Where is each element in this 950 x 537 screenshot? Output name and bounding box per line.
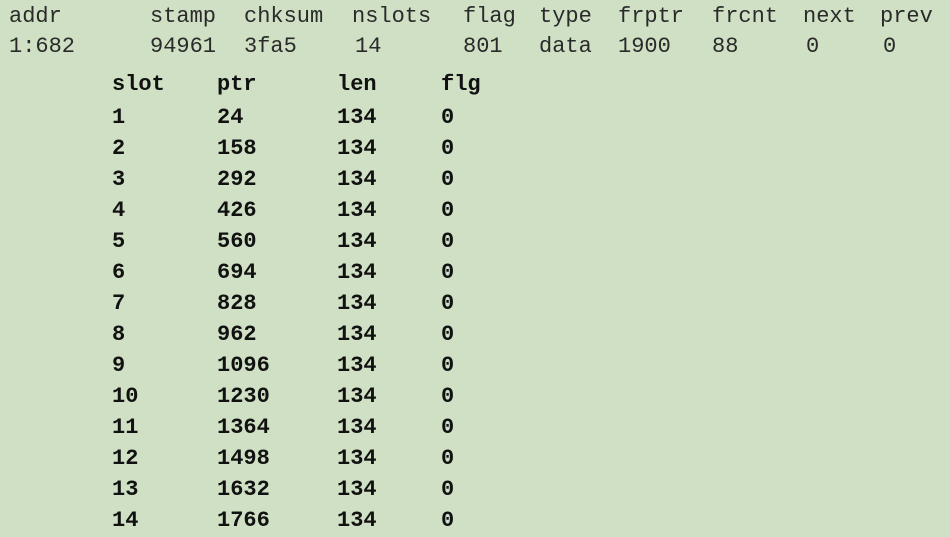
ptr-cell: 158 [217,136,257,161]
header-label-flag: flag [463,4,516,29]
page-header-values: 1:682 94961 3fa5 14 801 data 1900 88 0 0 [0,30,950,60]
table-row: 12 1498 134 0 [0,444,950,475]
header-value-chksum: 3fa5 [244,34,297,59]
ptr-cell: 962 [217,322,257,347]
ptr-cell: 1364 [217,415,270,440]
ptr-cell: 828 [217,291,257,316]
slot-table-header: slot ptr len flg [0,72,950,102]
header-label-frcnt: frcnt [712,4,779,29]
len-cell: 134 [337,415,377,440]
table-row: 3 292 134 0 [0,165,950,196]
slot-cell: 6 [112,260,126,285]
ptr-cell: 426 [217,198,257,223]
table-row: 9 1096 134 0 [0,351,950,382]
slot-cell: 7 [112,291,126,316]
ptr-cell: 560 [217,229,257,254]
len-cell: 134 [337,260,377,285]
flg-cell: 0 [441,415,455,440]
len-cell: 134 [337,446,377,471]
slot-cell: 2 [112,136,126,161]
len-cell: 134 [337,229,377,254]
slot-cell: 5 [112,229,126,254]
header-label-type: type [539,4,592,29]
len-cell: 134 [337,136,377,161]
table-row: 7 828 134 0 [0,289,950,320]
len-cell: 134 [337,167,377,192]
slot-cell: 10 [112,384,139,409]
slot-cell: 9 [112,353,126,378]
ptr-cell: 1230 [217,384,270,409]
table-row: 1 24 134 0 [0,103,950,134]
page-header-labels: addr stamp chksum nslots flag type frptr… [0,0,950,30]
table-row: 8 962 134 0 [0,320,950,351]
slot-cell: 14 [112,508,139,533]
header-value-frptr: 1900 [618,34,671,59]
header-label-stamp: stamp [150,4,217,29]
header-value-flag: 801 [463,34,503,59]
ptr-cell: 24 [217,105,244,130]
flg-cell: 0 [441,198,455,223]
table-row: 6 694 134 0 [0,258,950,289]
header-value-prev: 0 [883,34,897,59]
page-header: addr stamp chksum nslots flag type frptr… [0,0,950,60]
flg-cell: 0 [441,136,455,161]
header-label-prev: prev [880,4,933,29]
len-cell: 134 [337,508,377,533]
len-cell: 134 [337,477,377,502]
header-label-next: next [803,4,856,29]
len-cell: 134 [337,198,377,223]
flg-cell: 0 [441,291,455,316]
table-row: 11 1364 134 0 [0,413,950,444]
slot-cell: 12 [112,446,139,471]
column-header-flg: flg [441,72,481,97]
header-label-nslots: nslots [352,4,432,29]
table-row: 4 426 134 0 [0,196,950,227]
ptr-cell: 1632 [217,477,270,502]
ptr-cell: 1096 [217,353,270,378]
slot-cell: 13 [112,477,139,502]
ptr-cell: 292 [217,167,257,192]
flg-cell: 0 [441,384,455,409]
slot-cell: 8 [112,322,126,347]
ptr-cell: 1766 [217,508,270,533]
column-header-len: len [337,72,377,97]
len-cell: 134 [337,291,377,316]
flg-cell: 0 [441,167,455,192]
header-value-nslots: 14 [355,34,382,59]
flg-cell: 0 [441,105,455,130]
table-row: 14 1766 134 0 [0,506,950,537]
len-cell: 134 [337,353,377,378]
header-value-addr: 1:682 [9,34,76,59]
flg-cell: 0 [441,508,455,533]
slot-cell: 4 [112,198,126,223]
slot-cell: 3 [112,167,126,192]
slot-cell: 1 [112,105,126,130]
column-header-ptr: ptr [217,72,257,97]
flg-cell: 0 [441,260,455,285]
len-cell: 134 [337,105,377,130]
header-value-frcnt: 88 [712,34,739,59]
column-header-slot: slot [112,72,165,97]
header-label-frptr: frptr [618,4,685,29]
slot-table: 1 24 134 0 2 158 134 0 3 292 134 0 4 426 134 0 5 560 134 0 6… [0,103,950,537]
table-row: 13 1632 134 0 [0,475,950,506]
ptr-cell: 1498 [217,446,270,471]
flg-cell: 0 [441,353,455,378]
header-value-type: data [539,34,592,59]
table-row: 5 560 134 0 [0,227,950,258]
flg-cell: 0 [441,446,455,471]
len-cell: 134 [337,322,377,347]
header-label-chksum: chksum [244,4,324,29]
header-value-next: 0 [806,34,820,59]
table-row: 10 1230 134 0 [0,382,950,413]
table-row: 2 158 134 0 [0,134,950,165]
slot-cell: 11 [112,415,139,440]
flg-cell: 0 [441,322,455,347]
flg-cell: 0 [441,229,455,254]
ptr-cell: 694 [217,260,257,285]
flg-cell: 0 [441,477,455,502]
header-label-addr: addr [9,4,62,29]
len-cell: 134 [337,384,377,409]
header-value-stamp: 94961 [150,34,217,59]
